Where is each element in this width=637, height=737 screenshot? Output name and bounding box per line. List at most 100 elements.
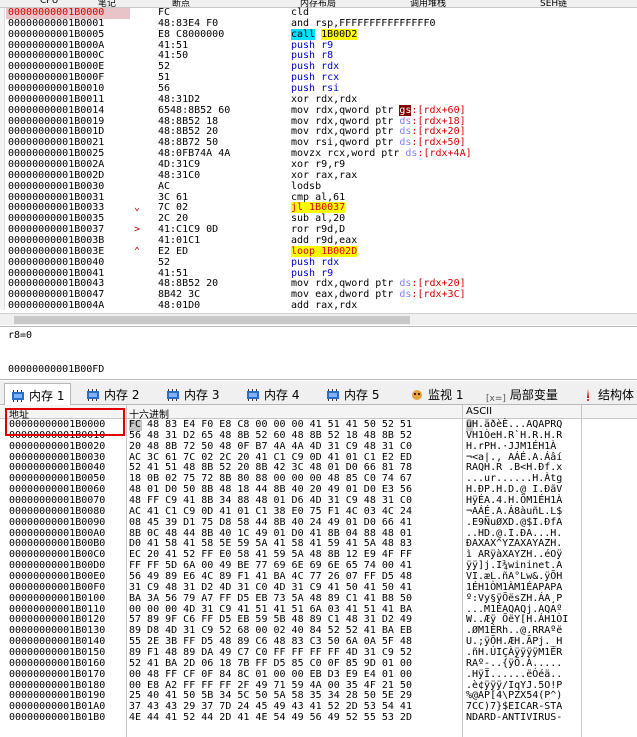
ascii-text: .E9ÑuØXD.@$I.ÐfA [466,516,563,528]
memory-icon [11,390,25,405]
disassembly-pane[interactable]: CPU 笔记 断点 内存布局 调用堆栈 SEH链 00000000001B000… [0,0,637,312]
instruction-part: lodsb [291,180,322,192]
instruction: push r9 [291,40,637,52]
instruction-part: ds [399,289,412,301]
hex-bytes[interactable]: BA 3A 56 79 A7 FF D5 EB 73 5A 48 89 C1 4… [129,593,412,605]
tab-memory-2[interactable]: 内存 2 [86,383,139,405]
tab-label: 局部变量 [509,388,558,402]
instruction: push rdx [291,257,637,269]
instruction: xor rax,rax [291,169,637,182]
memory-icon [326,389,340,404]
bottom-tab-bar[interactable]: 内存 1 内存 2 内存 3 内存 4 内存 5 监视 1 [x=] 局部变量 结构体 [0,381,637,405]
hex-bytes[interactable]: 08 45 39 D1 75 D8 58 44 8B 40 24 49 01 D… [129,517,412,529]
instruction-part: sub al,20 [291,213,346,225]
tab-memory-3[interactable]: 内存 3 [166,383,219,405]
tab-memory-1[interactable]: 内存 1 [4,383,72,405]
memory-row[interactable]: 00000000001B0100 BA 3A 56 79 A7 FF D5 EB … [0,592,637,605]
tab-memory-4[interactable]: 内存 4 [246,383,299,405]
memory-icon [246,389,260,404]
memory-address: 00000000001B0020 [9,440,106,452]
address: 00000000001B004A [8,300,105,312]
tab-breakpoints[interactable]: 断点 [172,0,190,7]
hex-bytes[interactable]: 4E 44 41 52 44 2D 41 4E 54 49 56 49 52 5… [129,712,412,724]
bytes: E2 ED [158,245,189,257]
instruction-part: add r9d,eax [291,235,358,247]
memory-row[interactable]: 00000000001B0170 00 48 FF CF 0F 84 8C 01 … [0,668,637,681]
instruction-part: ds [399,115,412,127]
instruction-part: cld [291,7,310,18]
tab-struct[interactable]: 结构体 [582,383,634,405]
tab-watch-1[interactable]: 监视 1 [410,383,463,405]
tab-seh[interactable]: SEH链 [540,0,567,7]
memory-address: 00000000001B0100 [9,592,106,604]
watch-icon [410,389,424,404]
instruction-part: xor rdx,rdx [291,93,358,105]
ascii-text: .HÿÏ......ëÓéä.. [466,668,563,680]
ascii-text: NDARD-ANTIVIRUS- [466,712,563,724]
tab-memory-5[interactable]: 内存 5 [326,383,379,405]
instruction-part: mov rsi,qword ptr [291,137,400,149]
disassembly-rows: 00000000001B0000 FC cld 00000000001B0001 48:… [0,7,637,312]
instruction: push r8 [291,51,637,62]
memory-icon [86,389,100,404]
address: 00000000001B0005 [8,28,105,40]
instruction-part: ds [399,126,412,138]
tab-label: 内存 2 [104,388,140,402]
instruction-part: push rsi [291,83,340,95]
instruction-part: mov eax,dword ptr [291,289,400,301]
ascii-text: H.rPH.·JJM1ÉH1À [466,440,557,452]
instruction-part: :[rdx+20] [411,278,466,290]
bytes: 41:50 [158,50,189,62]
instruction-part: movzx rcx,word ptr [291,148,406,160]
tab-label: 内存 5 [344,388,380,402]
instruction: loop 1B002D [291,245,637,258]
bytes: 48:31C0 [158,169,201,181]
hex-bytes[interactable]: 20 48 8B 72 50 48 0F B7 4A 4A 4D 31 C9 4… [129,441,412,453]
instruction: push rcx [291,72,637,84]
bytes: E8 C8000000 [158,28,225,40]
address: 00000000001B0040 [8,256,105,268]
instruction-part: ds [399,278,412,290]
instruction-part: loop 1B002D [291,245,358,257]
instruction-part: push r8 [291,50,334,62]
info-register-line: r8=0 [8,330,33,341]
bytes: 51 [158,72,171,84]
instruction-part: gs [399,104,412,116]
memory-address: 00000000001B01B0 [9,712,106,724]
tab-label: 结构体 [598,388,635,402]
bytes: 48:01D0 [158,300,201,312]
disassembly-scrollbar[interactable] [0,313,637,325]
info-pane: r8=0 00000000001B00FD [0,326,637,380]
memory-row[interactable]: 00000000001B01B0 4E 44 41 52 44 2D 41 4E … [0,712,637,724]
memory-row[interactable]: 00000000001B0020 20 48 8B 72 50 48 0F B7 … [0,440,637,453]
instruction-part: push rdx [291,61,340,73]
memory-row[interactable]: 00000000001B0090 08 45 39 D1 75 D8 58 44 … [0,516,637,529]
tab-label: 监视 1 [428,388,464,402]
instruction-part: ror r9d,D [291,224,346,236]
jump-arrow-icon: ⌄ [134,202,141,214]
jump-arrow-icon: > [134,224,141,236]
instruction: push rdx [291,61,637,73]
disasm-row[interactable]: 00000000001B004A 48:01D0 add rax,rdx [0,300,637,312]
instruction-part: and rsp,FFFFFFFFFFFFFFF0 [291,17,436,29]
locals-icon: [x=] [486,394,506,404]
tab-call-stack[interactable]: 调用堆栈 [410,0,446,7]
memory-dump[interactable]: 地址 十六进制 ASCII 00000000001B0000 FC 48 83 E… [0,405,637,737]
instruction-part: push r9 [291,267,334,279]
instruction-part: mov rdx,qword ptr [291,278,400,290]
instruction-part: mov rdx,qword ptr [291,115,400,127]
instruction-part: call [291,28,316,40]
tab-locals[interactable]: [x=] 局部变量 [486,383,558,405]
tab-label: 内存 4 [264,388,300,402]
header-ascii: ASCII [466,406,493,417]
instruction-part: ds [405,148,418,160]
instruction-part: xor rax,rax [291,169,358,181]
memory-address: 00000000001B0090 [9,516,106,528]
instruction-part: 1B00D2 [321,28,358,40]
instruction-part: jl 1B0037 [291,202,346,214]
tab-label: 内存 3 [184,388,220,402]
instruction-part: :[rdx+50] [411,137,466,149]
hex-bytes[interactable]: 00 48 FF CF 0F 84 8C 01 00 00 EB D3 E9 E… [129,669,412,681]
instruction-part: add rax,rdx [291,300,358,312]
scrollbar-thumb[interactable] [14,316,410,324]
